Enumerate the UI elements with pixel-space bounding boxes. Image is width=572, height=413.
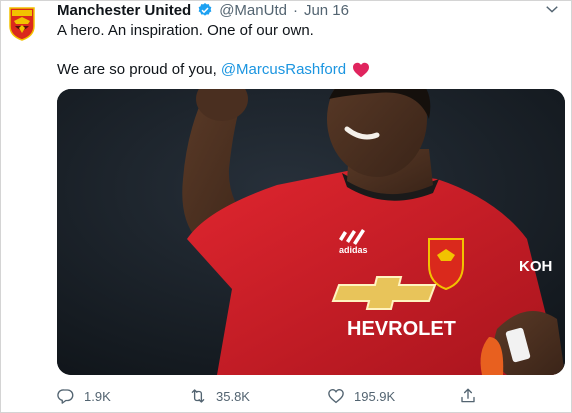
retweet-button[interactable]: 35.8K	[189, 385, 250, 407]
tweet-actions: 1.9K 35.8K 195.9K	[57, 385, 537, 407]
sponsor-text: HEVROLET	[347, 318, 456, 340]
heart-outline-icon	[328, 389, 344, 404]
sleeve-text: KOH	[519, 258, 552, 275]
tweet-text-line2: We are so proud of you, @MarcusRashford	[57, 60, 370, 80]
tweet-date[interactable]: Jun 16	[304, 2, 349, 19]
brand-text: adidas	[339, 245, 368, 255]
header-separator: ·	[292, 1, 298, 19]
mention-link[interactable]: @MarcusRashford	[221, 60, 346, 80]
retweet-icon	[191, 389, 205, 403]
like-count: 195.9K	[354, 388, 396, 404]
red-heart-emoji-icon	[353, 62, 370, 78]
tweet-text-proud: We are so proud of you,	[57, 61, 217, 78]
chevron-down-icon[interactable]	[543, 0, 561, 18]
reply-icon	[57, 389, 74, 404]
tweet-header: Manchester United @ManUtd · Jun 16	[57, 1, 349, 19]
tweet-media-image[interactable]: adidas HEVROLET KOH	[57, 89, 565, 375]
share-button[interactable]	[459, 385, 477, 407]
author-name[interactable]: Manchester United	[57, 2, 191, 19]
reply-count: 1.9K	[84, 388, 111, 404]
tweet-text-line1: A hero. An inspiration. One of our own.	[57, 22, 314, 39]
tweet-card[interactable]: Manchester United @ManUtd · Jun 16 A her…	[0, 0, 572, 413]
verified-badge-icon	[198, 3, 212, 16]
manutd-crest-icon	[2, 2, 42, 42]
retweet-count: 35.8K	[216, 388, 250, 404]
reply-button[interactable]: 1.9K	[57, 385, 111, 407]
player-photo: adidas HEVROLET KOH	[57, 89, 565, 375]
share-icon	[461, 388, 475, 403]
author-handle[interactable]: @ManUtd	[219, 2, 287, 19]
avatar[interactable]	[2, 2, 42, 42]
like-button[interactable]: 195.9K	[327, 385, 395, 407]
